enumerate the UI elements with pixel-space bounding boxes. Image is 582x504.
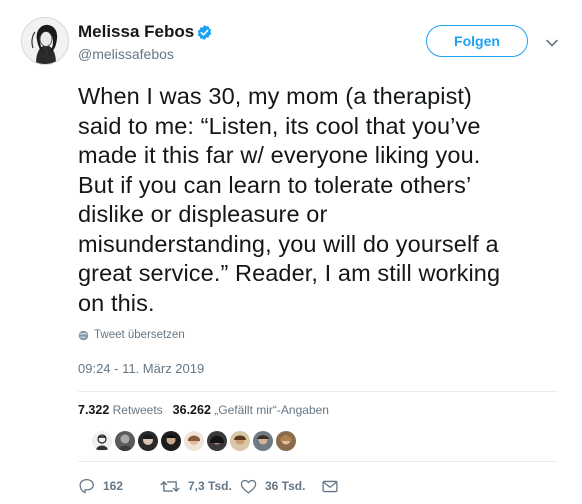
liker-avatar[interactable] — [230, 431, 250, 451]
retweets-label: Retweets — [112, 403, 163, 417]
tweet-timestamp[interactable]: 09:24 - 11. März 2019 — [78, 361, 204, 376]
heart-icon[interactable] — [240, 479, 257, 494]
liker-avatar[interactable] — [207, 431, 227, 451]
retweets-count: 7.322 — [78, 403, 110, 417]
direct-message-action[interactable] — [322, 480, 338, 493]
like-action[interactable]: 36 Tsd. — [240, 479, 322, 494]
reply-count: 162 — [103, 479, 124, 493]
liker-avatar[interactable] — [92, 431, 112, 451]
reply-icon[interactable] — [78, 478, 95, 494]
likes-label: „Gefällt mir“-Angaben — [214, 403, 329, 417]
tweet-card: Melissa Febos @melissafebos Folgen When … — [0, 0, 582, 504]
chevron-down-icon[interactable] — [545, 38, 559, 48]
liker-avatar[interactable] — [184, 431, 204, 451]
liker-avatar[interactable] — [115, 431, 135, 451]
tweet-actions: 162 7,3 Tsd. 36 Tsd. — [78, 477, 338, 495]
retweets-stat[interactable]: 7.322 Retweets — [78, 403, 163, 417]
author-avatar[interactable] — [21, 17, 69, 65]
tweet-text: When I was 30, my mom (a therapist) said… — [78, 83, 501, 316]
translate-tweet-link[interactable]: Tweet übersetzen — [78, 329, 185, 341]
divider — [78, 461, 558, 462]
like-count: 36 Tsd. — [265, 479, 306, 493]
author-handle[interactable]: @melissafebos — [78, 46, 174, 62]
likes-stat[interactable]: 36.262 „Gefällt mir“-Angaben — [173, 403, 329, 417]
engagement-stats: 7.322 Retweets 36.262 „Gefällt mir“-Anga… — [78, 403, 329, 417]
liker-avatar[interactable] — [161, 431, 181, 451]
likes-count: 36.262 — [172, 403, 211, 417]
liker-avatar[interactable] — [138, 431, 158, 451]
envelope-icon[interactable] — [322, 480, 338, 493]
retweet-action[interactable]: 7,3 Tsd. — [160, 479, 240, 494]
retweet-icon[interactable] — [160, 479, 180, 494]
liker-avatars — [92, 431, 296, 451]
verified-badge-icon — [197, 25, 212, 40]
author-name[interactable]: Melissa Febos — [78, 22, 194, 42]
reply-action[interactable]: 162 — [78, 478, 160, 494]
liker-avatar[interactable] — [253, 431, 273, 451]
follow-button[interactable]: Folgen — [426, 25, 528, 57]
liker-avatar[interactable] — [276, 431, 296, 451]
translate-label[interactable]: Tweet übersetzen — [94, 329, 185, 341]
globe-icon — [78, 330, 89, 340]
retweet-count: 7,3 Tsd. — [188, 479, 232, 493]
divider — [78, 391, 558, 392]
